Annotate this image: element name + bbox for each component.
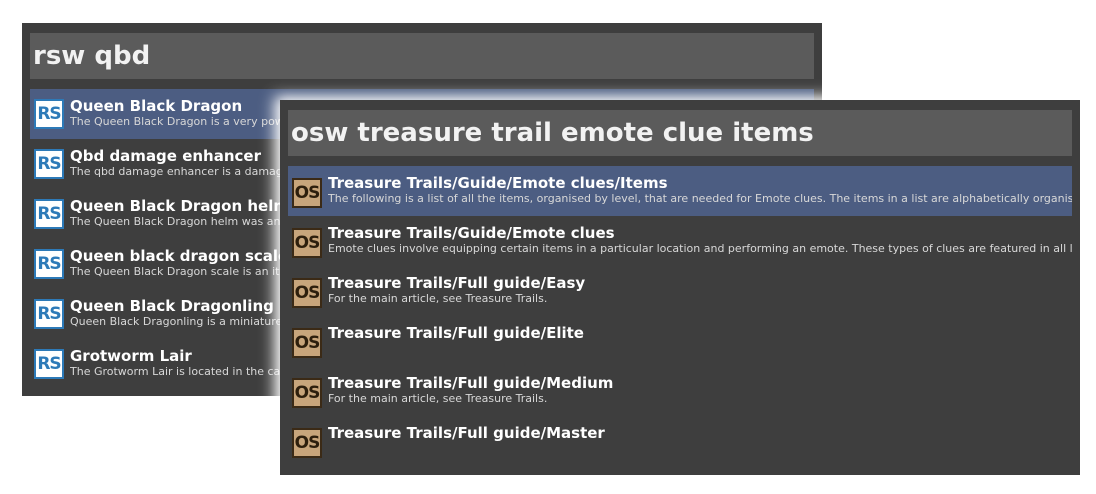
oldschool-wiki-icon: OS bbox=[292, 378, 322, 408]
oldschool-wiki-icon: OS bbox=[292, 178, 322, 208]
runescape-wiki-icon: RS bbox=[34, 149, 64, 179]
oldschool-wiki-icon: OS bbox=[292, 428, 322, 458]
oldschool-wiki-icon: OS bbox=[292, 228, 322, 258]
search-query-input[interactable]: osw treasure trail emote clue items bbox=[288, 110, 1072, 156]
result-description: The following is a list of all the items… bbox=[328, 192, 1072, 205]
oldschool-wiki-icon: OS bbox=[292, 278, 322, 308]
search-query-input[interactable]: rsw qbd bbox=[30, 33, 814, 79]
list-item[interactable]: OS Treasure Trails/Guide/Emote clues Emo… bbox=[288, 216, 1072, 266]
os-launcher-window: osw treasure trail emote clue items OS T… bbox=[280, 100, 1080, 475]
result-title: Treasure Trails/Full guide/Medium bbox=[328, 374, 614, 392]
result-title: Treasure Trails/Guide/Emote clues/Items bbox=[328, 174, 668, 192]
runescape-wiki-icon: RS bbox=[34, 99, 64, 129]
result-description: For the main article, see Treasure Trail… bbox=[328, 392, 548, 405]
oldschool-wiki-icon: OS bbox=[292, 328, 322, 358]
list-item[interactable]: OS Treasure Trails/Full guide/Master bbox=[288, 416, 1072, 466]
result-title: Treasure Trails/Full guide/Master bbox=[328, 424, 605, 442]
results-list: OS Treasure Trails/Guide/Emote clues/Ite… bbox=[288, 166, 1072, 466]
runescape-wiki-icon: RS bbox=[34, 299, 64, 329]
list-item[interactable]: OS Treasure Trails/Full guide/Elite bbox=[288, 316, 1072, 366]
runescape-wiki-icon: RS bbox=[34, 249, 64, 279]
runescape-wiki-icon: RS bbox=[34, 199, 64, 229]
list-item[interactable]: OS Treasure Trails/Guide/Emote clues/Ite… bbox=[288, 166, 1072, 216]
runescape-wiki-icon: RS bbox=[34, 349, 64, 379]
list-item[interactable]: OS Treasure Trails/Full guide/Medium For… bbox=[288, 366, 1072, 416]
result-title: Treasure Trails/Full guide/Easy bbox=[328, 274, 586, 292]
list-item[interactable]: OS Treasure Trails/Full guide/Easy For t… bbox=[288, 266, 1072, 316]
result-description: Emote clues involve equipping certain it… bbox=[328, 242, 1072, 255]
result-title: Treasure Trails/Full guide/Elite bbox=[328, 324, 584, 342]
result-title: Treasure Trails/Guide/Emote clues bbox=[328, 224, 615, 242]
result-description: For the main article, see Treasure Trail… bbox=[328, 292, 548, 305]
